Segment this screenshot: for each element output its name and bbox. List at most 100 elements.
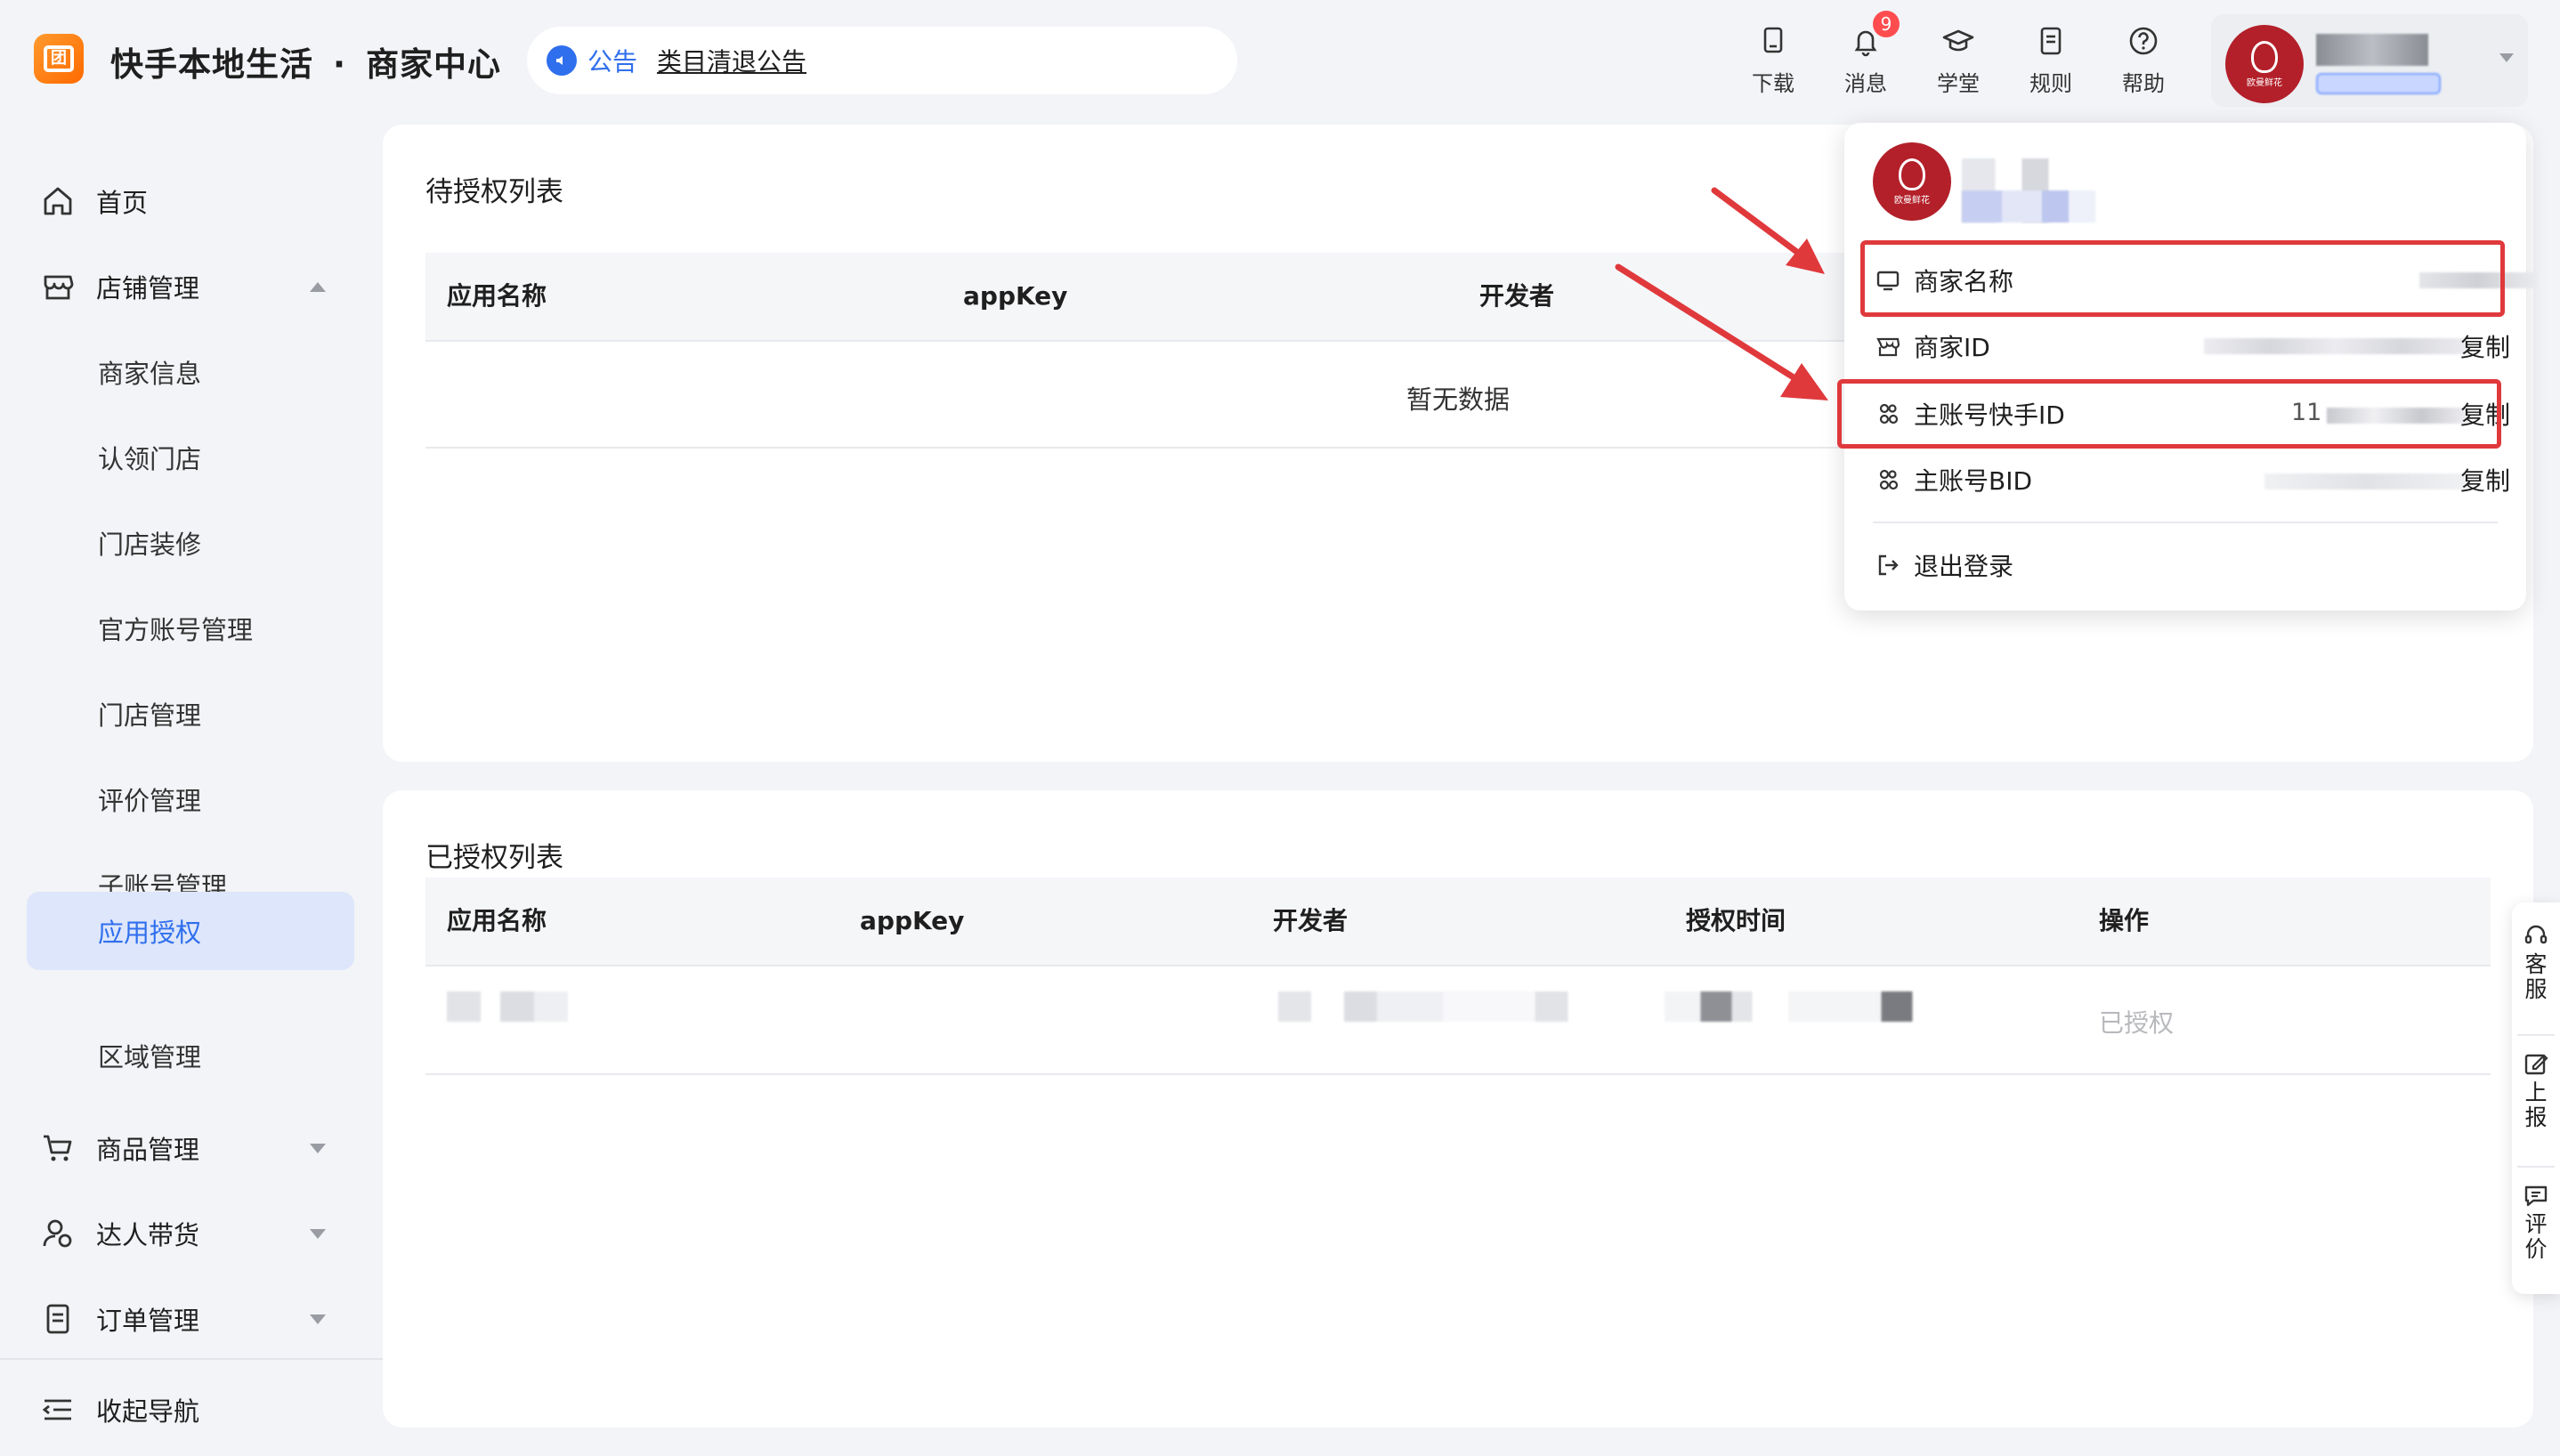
chevron-up-icon [310, 281, 326, 292]
sidebar-item-label: 商品管理 [96, 1135, 200, 1165]
help-circle-icon [2129, 27, 2158, 55]
menu-divider [1873, 522, 2498, 523]
collapse-menu-icon [42, 1399, 71, 1420]
main-account-bid-row: 主账号BID 复制 [1873, 447, 2510, 513]
sidebar-item-store-list[interactable]: 门店管理 [27, 675, 354, 753]
account-dropdown-menu: 欧曼鲜花 商家名称 商家ID 复制 主账号快手ID 11 复制 主账号BID 复… [1844, 123, 2535, 611]
top-toolbar: 下载 9 消息 学堂 规则 帮助 [1727, 11, 2190, 97]
sidebar-item-claim-store[interactable]: 认领门店 [27, 418, 354, 497]
sidebar-item-store-management[interactable]: 店铺管理 [27, 247, 354, 326]
column-header: 开发者 [1273, 906, 1349, 935]
sidebar-item-label: 认领门店 [98, 444, 202, 474]
bid-value-redacted [2264, 473, 2467, 489]
sidebar-item-app-authorization[interactable]: 应用授权 [27, 892, 354, 970]
column-header: 应用名称 [447, 906, 547, 935]
order-icon [46, 1304, 69, 1334]
auth-time-redacted [1665, 991, 1923, 1022]
column-header: 操作 [2099, 906, 2150, 935]
edit-icon [2524, 1054, 2548, 1075]
app-subtitle-text: 商家中心 [366, 45, 502, 84]
app-logo[interactable]: 团 [34, 34, 84, 84]
comment-icon [2524, 1185, 2548, 1207]
user-star-icon [43, 1219, 72, 1248]
empty-state-text: 暂无数据 [1406, 384, 1511, 415]
account-tag-redacted [2316, 73, 2441, 94]
sidebar-item-store-decoration[interactable]: 门店装修 [27, 504, 354, 582]
download-icon [1763, 27, 1783, 53]
report-button[interactable]: 上报 [2512, 1050, 2560, 1130]
account-switcher[interactable]: 欧曼鲜花 [2211, 14, 2528, 107]
document-icon [2040, 27, 2062, 55]
sidebar-item-label: 区域管理 [98, 1042, 202, 1072]
authorized-list-title: 已授权列表 [425, 842, 563, 874]
collapse-nav-button[interactable]: 收起导航 [27, 1371, 199, 1449]
sidebar-item-reviews[interactable]: 评价管理 [27, 760, 354, 838]
sidebar-item-label: 官方账号管理 [98, 615, 254, 645]
copy-merchant-id-button[interactable]: 复制 [2460, 328, 2510, 364]
merchant-id-row: 商家ID 复制 [1873, 313, 2510, 379]
sidebar-item-label: 门店管理 [98, 700, 202, 731]
sidebar-item-merchant-info[interactable]: 商家信息 [27, 333, 354, 411]
kuaishou-id-highlight [1837, 379, 2501, 449]
chevron-down-icon [310, 1228, 326, 1239]
store-icon [1876, 337, 1900, 357]
floating-toolbar: 客服 上报 评价 [2512, 902, 2560, 1294]
pending-list-title: 待授权列表 [425, 176, 563, 208]
authorized-list-card: 已授权列表 应用名称 appKey 开发者 授权时间 操作 已授权 [383, 790, 2533, 1428]
logout-button[interactable]: 退出登录 [1873, 532, 2510, 598]
cart-icon [44, 1135, 72, 1161]
app-name-redacted [447, 991, 568, 1022]
row-divider [425, 965, 2491, 967]
authorization-status: 已授权 [2099, 1008, 2175, 1038]
authorized-table-header: 应用名称 appKey 开发者 授权时间 操作 [425, 878, 2491, 965]
home-icon [44, 187, 72, 215]
sidebar-item-label: 门店装修 [98, 530, 202, 560]
merchant-avatar: 欧曼鲜花 [1873, 142, 1951, 221]
sidebar-item-region[interactable]: 区域管理 [27, 1016, 354, 1095]
row-divider [425, 1073, 2491, 1075]
column-header: 应用名称 [447, 281, 547, 311]
column-header: 开发者 [1479, 281, 1555, 311]
sidebar-item-label: 店铺管理 [96, 273, 200, 303]
messages-button[interactable]: 9 消息 [1819, 11, 1912, 97]
column-header: 授权时间 [1686, 906, 1786, 935]
copy-bid-button[interactable]: 复制 [2460, 462, 2510, 497]
merchant-name-highlight [1860, 240, 2505, 317]
chevron-down-icon [2499, 53, 2514, 62]
column-header: appKey [963, 281, 1068, 311]
announcement-bar[interactable]: 公告 类目清退公告 [527, 27, 1237, 94]
customer-service-label: 客服 [2524, 951, 2548, 1002]
download-button[interactable]: 下载 [1727, 23, 1819, 97]
sidebar-item-label: 首页 [96, 188, 149, 218]
report-label: 上报 [2524, 1080, 2548, 1130]
merchant-id-value-redacted [2204, 338, 2467, 354]
headset-icon [2524, 925, 2548, 944]
help-button[interactable]: 帮助 [2097, 23, 2190, 97]
sidebar-item-label: 订单管理 [96, 1306, 200, 1336]
feedback-button[interactable]: 评价 [2512, 1182, 2560, 1262]
developer-redacted [1278, 991, 1608, 1022]
sidebar: 首页 店铺管理 商家信息 认领门店 门店装修 官方账号管理 门店管理 评价管理 … [0, 125, 383, 1456]
download-label: 下载 [1752, 71, 1794, 96]
academy-button[interactable]: 学堂 [1912, 23, 2005, 97]
sidebar-item-orders[interactable]: 订单管理 [27, 1280, 354, 1358]
collapse-nav-label: 收起导航 [96, 1396, 200, 1427]
rules-button[interactable]: 规则 [2005, 23, 2097, 97]
customer-service-button[interactable]: 客服 [2512, 922, 2560, 1002]
messages-label: 消息 [1844, 71, 1887, 96]
feedback-label: 评价 [2524, 1211, 2548, 1262]
floatbar-divider [2517, 1034, 2555, 1036]
sidebar-item-official-account[interactable]: 官方账号管理 [27, 589, 354, 667]
announcement-link[interactable]: 类目清退公告 [657, 43, 806, 78]
chevron-down-icon [310, 1143, 326, 1153]
top-header: 团 快手本地生活·商家中心 公告 类目清退公告 下载 9 消息 学堂 规则 [0, 0, 2560, 125]
sidebar-item-label: 评价管理 [98, 786, 202, 816]
chevron-down-icon [310, 1314, 326, 1324]
users-icon [1879, 469, 1899, 490]
merchant-avatar: 欧曼鲜花 [2225, 25, 2304, 103]
sidebar-item-label: 应用授权 [98, 918, 202, 948]
sidebar-item-products[interactable]: 商品管理 [27, 1109, 354, 1187]
sidebar-item-home[interactable]: 首页 [27, 162, 354, 240]
sidebar-item-influencer-sales[interactable]: 达人带货 [27, 1194, 354, 1273]
speaker-icon [547, 45, 577, 76]
